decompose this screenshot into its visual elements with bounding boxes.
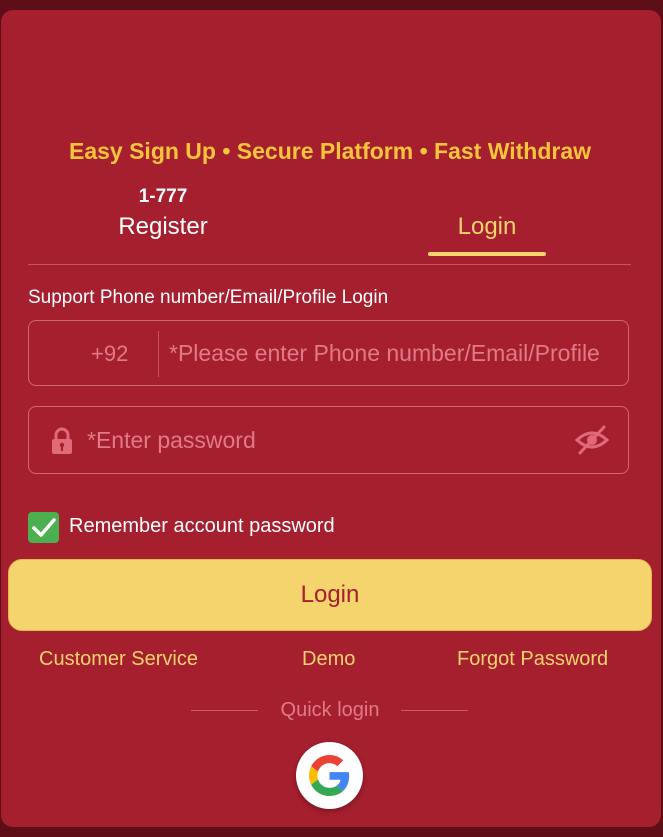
tabs-divider [28, 264, 631, 265]
auth-tabs: 1-777 Register Login [28, 180, 631, 256]
customer-service-link[interactable]: Customer Service [39, 648, 198, 671]
login-card: Easy Sign Up • Secure Platform • Fast Wi… [1, 10, 661, 827]
password-input[interactable] [87, 424, 567, 456]
register-tab-label: Register [118, 213, 208, 240]
login-tab-label: Login [457, 213, 517, 240]
register-tab-count: 1-777 [138, 186, 188, 207]
field-separator [158, 331, 159, 377]
remember-checkbox[interactable] [28, 512, 59, 543]
quick-login-divider-right [401, 710, 468, 711]
quick-login-label: Quick login [280, 699, 380, 721]
google-icon [309, 755, 350, 796]
forgot-password-link[interactable]: Forgot Password [457, 648, 608, 671]
eye-slash-icon[interactable] [574, 424, 610, 456]
remember-label: Remember account password [69, 515, 335, 537]
tab-login[interactable]: Login [428, 180, 546, 256]
active-tab-indicator [428, 252, 546, 256]
country-code-selector[interactable]: +92 [91, 341, 128, 367]
password-field [28, 406, 629, 474]
phone-field: +92 [28, 320, 629, 386]
phone-email-input[interactable] [169, 337, 621, 369]
quick-login-divider-left [191, 710, 258, 711]
checkmark-icon [32, 518, 56, 537]
login-button[interactable]: Login [8, 559, 652, 631]
tagline: Easy Sign Up • Secure Platform • Fast Wi… [68, 138, 591, 164]
tab-register[interactable]: 1-777 Register [88, 180, 258, 254]
demo-link[interactable]: Demo [302, 648, 355, 671]
lock-icon [52, 427, 72, 454]
support-login-label: Support Phone number/Email/Profile Login [28, 287, 389, 308]
google-login-button[interactable] [296, 742, 363, 809]
